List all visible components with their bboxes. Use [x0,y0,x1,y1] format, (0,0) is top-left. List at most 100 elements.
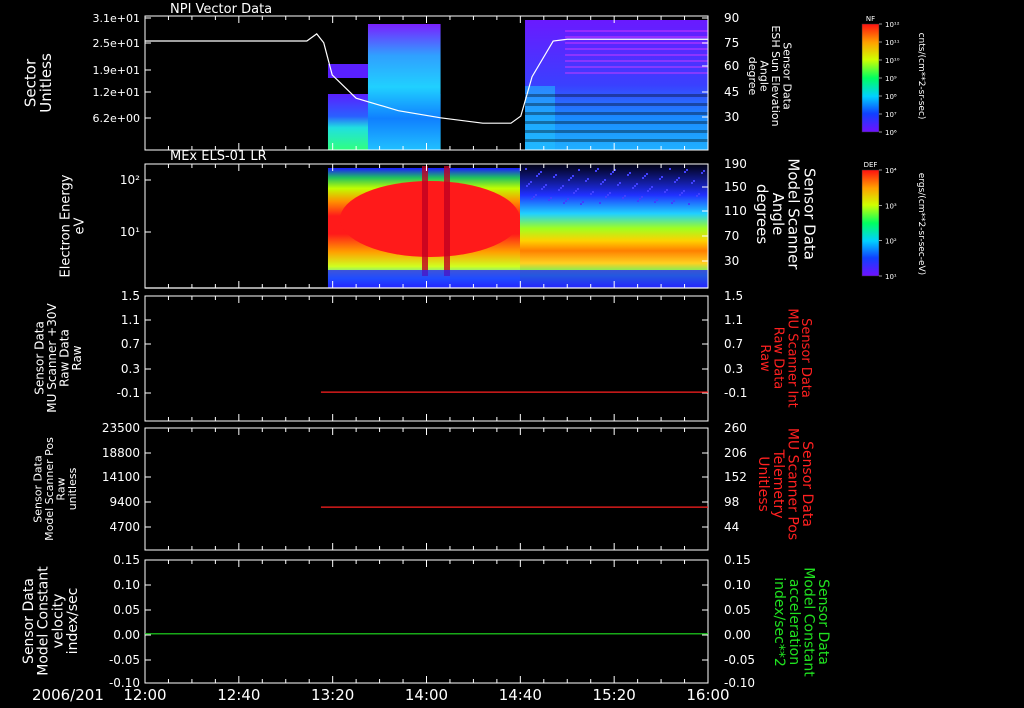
y-label-line: velocity [50,594,66,649]
y2-label-line: Unitless [755,456,771,512]
colorbar-units-2: ergs/(cm**2-sr-sec-eV) [916,173,926,275]
els-spectrogram-noise [535,194,537,196]
y-tick-label: 2.5e+01 [93,37,140,50]
colorbar-tick-label: 10¹¹ [885,39,900,47]
time-tick-label: 15:20 [593,686,636,704]
els-spectrogram-noise [683,190,685,192]
npi-spectrogram-stripe [525,130,708,133]
y2-tick-label: 1.1 [724,313,743,327]
els-spectrogram-noise [610,173,612,175]
npi-spectrogram-stripe [565,72,708,74]
time-tick-label: 12:40 [217,686,260,704]
y-tick-label: 6.2e+00 [93,112,140,125]
npi-spectrogram-stripe [565,66,708,68]
els-spectrogram-noise [526,185,528,187]
y-label-line: Unitless [37,53,55,113]
npi-spectrogram-stripe [525,139,708,142]
y-label-line: Sensor Data [21,578,37,664]
els-spectrogram-noise [590,193,592,195]
els-spectrogram-noise [644,175,646,177]
y-tick-label: 0.00 [113,628,140,642]
y2-tick-label: 206 [724,446,747,460]
els-spectrogram-noise [548,199,550,201]
els-spectrogram-noise [666,189,668,191]
els-spectrogram-noise [642,177,644,179]
panel2-title: MEx ELS-01 LR [170,149,267,164]
els-spectrogram-noise [647,190,649,192]
npi-spectrogram-stripe [565,60,708,62]
els-spectrogram-noise [562,185,564,187]
npi-spectrogram-stripe [565,54,708,56]
els-spectrogram-noise [595,170,597,172]
y-label-right-1: Sensor DataESH Sun ElevationAngledegree [746,25,794,126]
els-spectrogram-noise [612,171,614,173]
els-spectrogram-noise [550,197,552,199]
els-spectrogram-noise [649,188,651,190]
time-tick-label: 13:20 [311,686,354,704]
colorbar-label: NF [866,15,875,23]
els-spectrogram-noise [599,202,601,204]
els-spectrogram-noise [659,178,661,180]
els-spectrogram-noise [661,176,663,178]
els-spectrogram-noise [641,196,643,198]
els-spectrogram-noise [646,173,648,175]
y-label-right-4: Sensor DataMU Scanner PosTelemetryUnitle… [755,428,815,540]
els-spectrogram-noise [637,200,639,202]
y2-label-line: MU Scanner Pos [784,428,800,540]
npi-spectrogram-mid [367,24,441,150]
els-spectrogram-noise [686,169,688,171]
npi-spectrogram-stripe [565,42,708,44]
npi-spectrogram-stripe [525,112,708,115]
y2-tick-label: 190 [724,157,747,171]
y2-tick-label: -0.1 [724,386,747,400]
npi-spectrogram-stripe [525,94,708,97]
els-spectrogram-noise [698,193,700,195]
y-label-line: Raw [70,345,84,370]
y-tick-label: 1.9e+01 [93,64,140,77]
els-spectrogram-noise [573,192,575,194]
y-label-line: unitless [66,467,79,510]
els-spectrogram-noise [592,191,594,193]
els-spectrogram-noise [575,190,577,192]
els-spectrogram-noise [555,174,557,176]
y-tick-label: 0.15 [113,553,140,567]
y2-tick-label: 0.00 [724,628,751,642]
els-spectrogram-noise [696,195,698,197]
colorbar-units-1: cnts/(cm**2-sr-sec) [916,33,926,120]
els-spectrogram-noise [577,188,579,190]
els-spectrogram-noise [533,196,535,198]
els-spectrogram-noise [572,175,574,177]
colorbar-tick-label: 10⁶ [885,129,897,137]
y2-label-line: acceleration [786,579,802,665]
time-tick-label: 16:00 [686,686,729,704]
els-spectrogram-noise [674,181,676,183]
colorbar-units-text: ergs/(cm**2-sr-sec-eV) [916,173,926,275]
els-spectrogram-noise [624,195,626,197]
y2-label-line: Raw [757,344,772,372]
colorbar-tick-label: 10⁷ [885,111,897,119]
y2-tick-label: 30 [724,110,739,124]
y-tick-label: 23500 [102,421,140,435]
colorbar-tick-label: 10⁸ [885,93,897,101]
els-spectrogram-noise [558,189,560,191]
els-spectrogram-noise [664,191,666,193]
els-spectrogram-noise [602,181,604,183]
npi-spectrogram-stripe [565,36,708,38]
els-spectrogram-noise [691,182,693,184]
els-spectrogram-noise [531,198,533,200]
y2-tick-label: 60 [724,59,739,73]
colorbar-2 [861,169,880,277]
npi-spectrogram-stripe [525,103,708,106]
els-spectrogram-noise [654,201,656,203]
els-spectrogram-noise [619,182,621,184]
y2-label-line: index/sec**2 [771,577,787,667]
els-spectrogram-noise [609,192,611,194]
y-tick-label: 10¹ [120,225,140,239]
y2-tick-label: 1.5 [724,289,743,303]
panel1-title: NPI Vector Data [170,2,272,17]
colorbar-label: DEF [864,161,878,169]
y-tick-label: 4700 [109,520,140,534]
els-spectrogram-noise [528,183,530,185]
y2-tick-label: 70 [724,229,739,243]
panel-frame-4 [144,427,709,551]
